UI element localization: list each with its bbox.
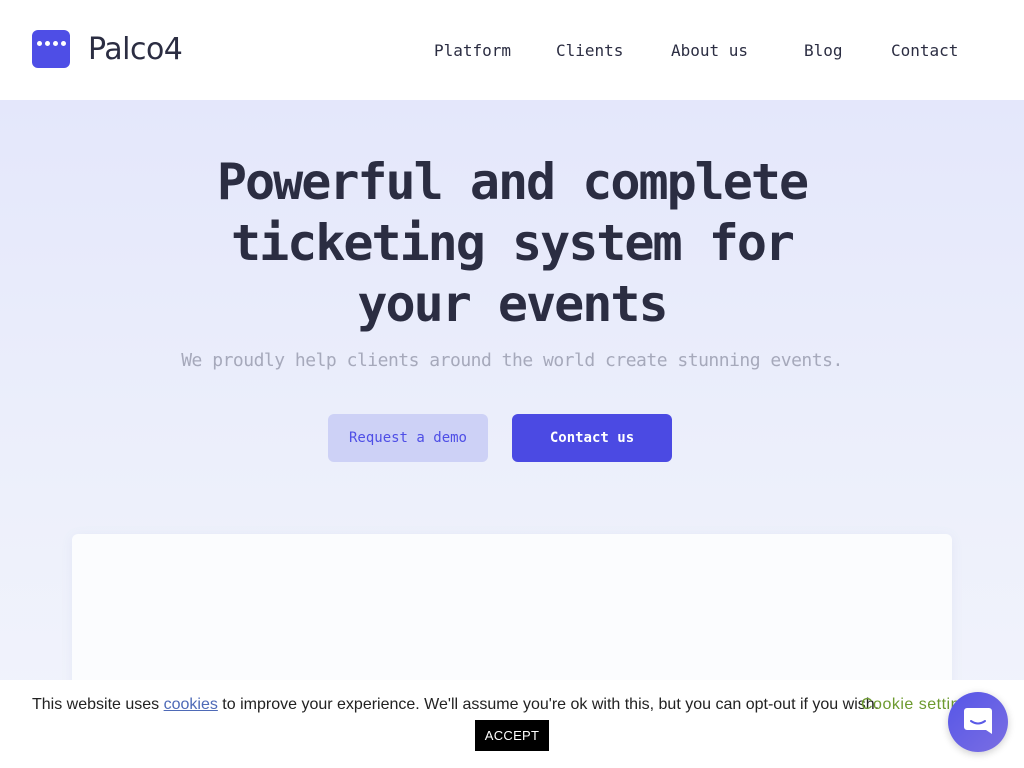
cookie-text-after: to improve your experience. We'll assume… (217, 696, 880, 713)
nav-item-clients[interactable]: Clients (556, 41, 623, 60)
cookie-banner: This website uses cookies to improve you… (0, 680, 1024, 768)
main-nav: Platform Clients About us Blog Contact (0, 41, 1024, 61)
nav-item-contact[interactable]: Contact (891, 41, 958, 60)
nav-item-blog[interactable]: Blog (804, 41, 843, 60)
accept-cookies-button[interactable]: ACCEPT (475, 720, 549, 751)
cookie-message: This website uses cookies to improve you… (32, 696, 879, 714)
hero-title: Powerful and complete ticketing system f… (216, 153, 809, 333)
contact-us-button[interactable]: Contact us (512, 414, 672, 462)
cookies-link[interactable]: cookies (164, 696, 218, 713)
cookie-text-before: This website uses (32, 696, 164, 713)
hero-section: Powerful and complete ticketing system f… (0, 100, 1024, 768)
site-header: Palco4 Platform Clients About us Blog Co… (0, 0, 1024, 100)
request-demo-button[interactable]: Request a demo (328, 414, 488, 462)
nav-item-platform[interactable]: Platform (434, 41, 511, 60)
chat-button[interactable] (948, 692, 1008, 752)
hero-subtitle: We proudly help clients around the world… (181, 350, 843, 371)
nav-item-about-us[interactable]: About us (671, 41, 748, 60)
chat-icon (964, 708, 992, 734)
